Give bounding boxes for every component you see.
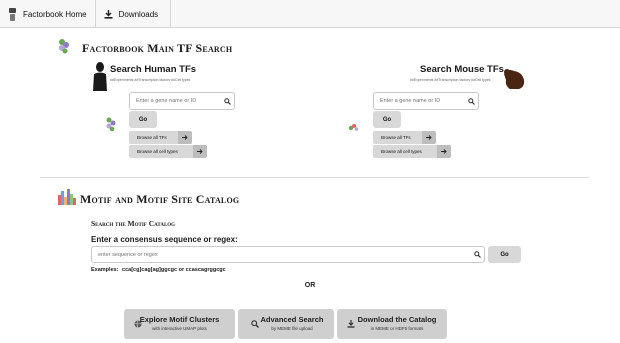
- human-go-button[interactable]: Go: [129, 111, 157, 128]
- motif-go-button[interactable]: Go: [488, 246, 521, 263]
- browse-tfs-label: Browse all TFs: [381, 135, 411, 140]
- human-stats: ##Experiments·##Transcription factors·##…: [110, 78, 191, 82]
- top-navbar: Factorbook Home Downloads: [0, 0, 620, 28]
- motif-examples: Examples: cca[cg]cag[ag]ggcgc or ccascag…: [91, 267, 226, 273]
- example-2-link[interactable]: ccascagrggcgc: [186, 267, 226, 273]
- nav-home-label: Factorbook Home: [23, 9, 87, 19]
- human-browse-tfs-button[interactable]: Browse all TFs: [129, 131, 192, 144]
- browse-cells-label: Browse all cell types: [137, 149, 178, 154]
- browse-tfs-label: Browse all TFs: [137, 135, 167, 140]
- download-catalog-subtitle: in MEME or HDF5 formats: [370, 326, 424, 331]
- nav-downloads-link[interactable]: Downloads: [96, 0, 172, 28]
- motif-search-heading: Search the Motif Catalog: [91, 219, 176, 228]
- protein-logo-icon: [105, 117, 117, 137]
- search-icon[interactable]: [470, 251, 484, 258]
- advanced-search-title: Advanced Search: [260, 315, 324, 324]
- mouse-browse-tfs-button[interactable]: Browse all TFs: [373, 131, 436, 144]
- advanced-search-button[interactable]: Advanced Search by MEME file upload: [238, 309, 334, 339]
- search-icon[interactable]: [464, 97, 478, 105]
- human-search-box: [129, 92, 235, 110]
- mouse-stats: ##Experiments·##Transcription factors·##…: [410, 78, 491, 82]
- mouse-silhouette-icon: [502, 68, 526, 95]
- example-1-link[interactable]: cca[cg]cag[ag]ggcgc: [122, 267, 177, 273]
- explore-motif-clusters-button[interactable]: Explore Motif Clusters with interactive …: [124, 309, 235, 339]
- nav-downloads-label: Downloads: [118, 9, 159, 19]
- or-divider: OR: [304, 282, 316, 289]
- human-browse-cells-button[interactable]: Browse all cell types: [129, 145, 207, 158]
- tf-section-title: Factorbook Main TF Search: [82, 41, 233, 55]
- download-icon: [104, 9, 113, 19]
- explore-motif-clusters-subtitle: with interactive UMAP plots: [152, 326, 207, 331]
- motif-section-header: Motif and Motif Site Catalog: [58, 189, 239, 210]
- human-search-title: Search Human TFs: [110, 64, 197, 75]
- examples-label: Examples:: [91, 267, 119, 273]
- tf-section-header: Factorbook Main TF Search: [58, 38, 232, 59]
- protein-logo-icon: [348, 119, 359, 137]
- download-catalog-title: Download the Catalog: [357, 315, 437, 324]
- mouse-go-button[interactable]: Go: [373, 111, 401, 128]
- motif-search-input[interactable]: [92, 251, 470, 258]
- motif-logo-icon: [58, 189, 76, 210]
- mouse-search-title: Search Mouse TFs: [420, 64, 504, 75]
- arrow-right-icon: [437, 145, 451, 158]
- explore-motif-clusters-title: Explore Motif Clusters: [139, 315, 220, 324]
- arrow-right-icon: [193, 145, 207, 158]
- motif-search-box: [91, 246, 485, 263]
- nav-home-link[interactable]: Factorbook Home: [0, 0, 96, 28]
- arrow-right-icon: [422, 131, 436, 144]
- example-or-text: or: [178, 267, 185, 273]
- mouse-search-box: [373, 92, 479, 110]
- advanced-search-subtitle: by MEME file upload: [271, 326, 313, 331]
- motif-section-title: Motif and Motif Site Catalog: [80, 192, 240, 206]
- factorbook-logo-icon: [8, 7, 17, 22]
- arrow-right-icon: [178, 131, 192, 144]
- human-search-input[interactable]: [130, 98, 220, 104]
- motif-search-prompt: Enter a consensus sequence or regex:: [91, 235, 238, 244]
- download-catalog-button[interactable]: Download the Catalog in MEME or HDF5 for…: [337, 309, 447, 339]
- human-silhouette-icon: [92, 62, 108, 96]
- browse-cells-label: Browse all cell types: [381, 149, 422, 154]
- section-divider: [40, 177, 589, 178]
- protein-logo-icon: [58, 38, 70, 59]
- search-icon[interactable]: [220, 97, 234, 105]
- mouse-browse-cells-button[interactable]: Browse all cell types: [373, 145, 451, 158]
- mouse-search-input[interactable]: [374, 98, 464, 104]
